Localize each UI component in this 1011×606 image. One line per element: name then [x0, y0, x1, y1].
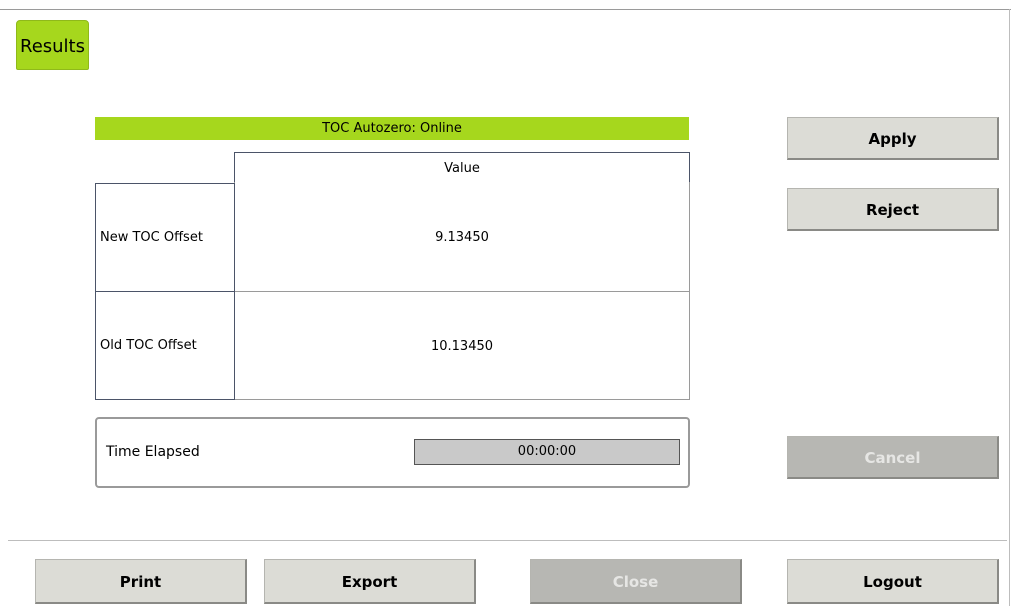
time-elapsed-value: 00:00:00 — [414, 439, 680, 465]
tab-results[interactable]: Results — [16, 20, 89, 70]
old-toc-offset-label: Old TOC Offset — [100, 338, 197, 353]
reject-button[interactable]: Reject — [787, 188, 999, 231]
window-top-border — [0, 9, 1011, 10]
new-toc-offset-label: New TOC Offset — [100, 230, 203, 245]
cancel-button[interactable]: Cancel — [787, 436, 999, 479]
time-elapsed-label: Time Elapsed — [106, 444, 200, 460]
row-label-old-toc-offset: Old TOC Offset — [95, 291, 235, 400]
logout-button[interactable]: Logout — [787, 559, 999, 604]
old-toc-offset-value-text: 10.13450 — [430, 338, 494, 354]
new-toc-offset-value: 9.13450 — [234, 183, 690, 291]
export-button[interactable]: Export — [264, 559, 476, 604]
print-button[interactable]: Print — [35, 559, 247, 604]
close-button[interactable]: Close — [530, 559, 742, 604]
new-toc-offset-value-text: 9.13450 — [435, 229, 489, 245]
old-toc-offset-value: 10.13450 — [234, 292, 690, 400]
footer-divider — [8, 540, 1007, 541]
value-column-header: Value — [234, 152, 690, 183]
status-title-bar: TOC Autozero: Online — [95, 117, 689, 140]
row-label-new-toc-offset: New TOC Offset — [95, 183, 235, 292]
apply-button[interactable]: Apply — [787, 117, 999, 160]
window-right-border — [1009, 9, 1010, 606]
